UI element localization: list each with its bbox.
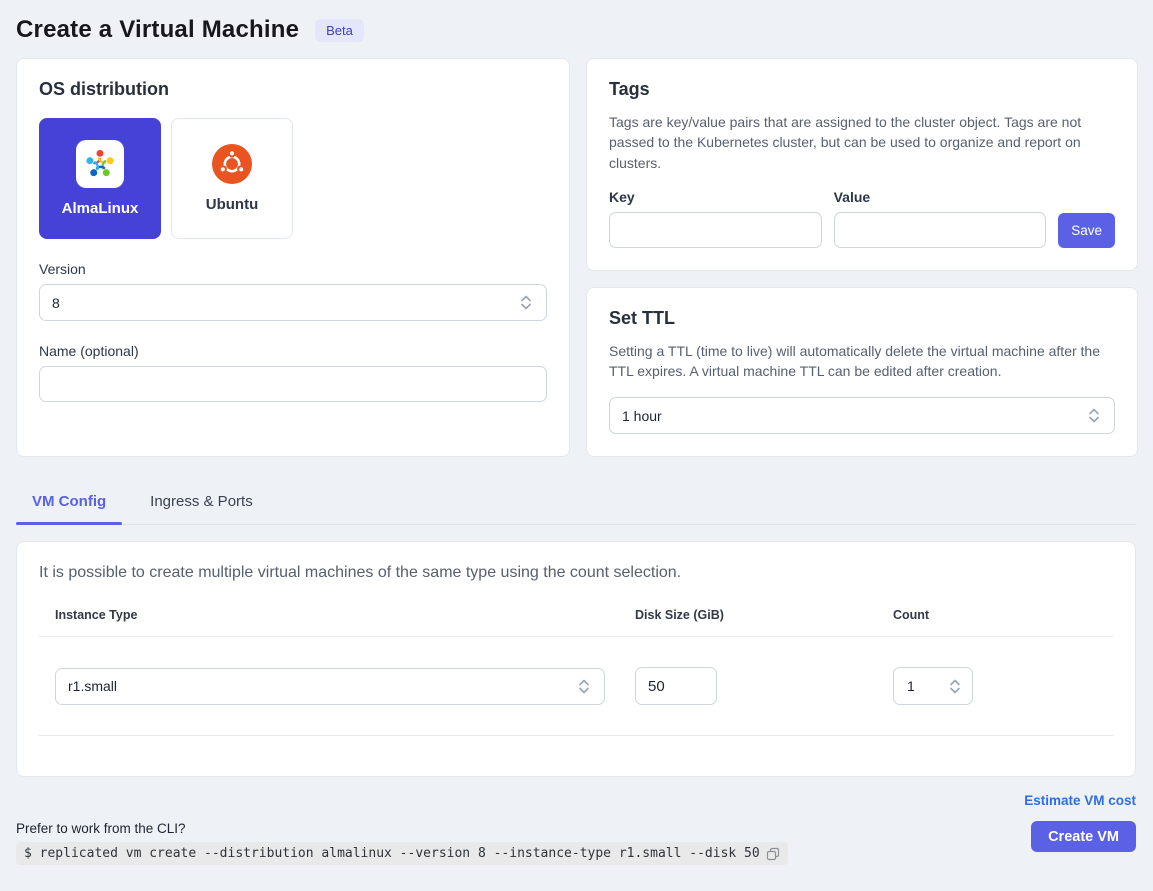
- tags-card-title: Tags: [609, 79, 1115, 100]
- set-ttl-card: Set TTL Setting a TTL (time to live) wil…: [586, 287, 1138, 458]
- tag-key-field: Key: [609, 189, 822, 248]
- tag-key-input[interactable]: [609, 212, 822, 248]
- vm-config-description: It is possible to create multiple virtua…: [39, 564, 1113, 582]
- ubuntu-logo-icon: [212, 144, 252, 184]
- tab-ingress-ports[interactable]: Ingress & Ports: [150, 483, 253, 524]
- chevron-up-down-icon: [1086, 407, 1102, 424]
- table-row: r1.small 1: [39, 636, 1113, 736]
- ttl-select-value: 1 hour: [622, 408, 662, 424]
- version-label: Version: [39, 261, 547, 277]
- save-tag-button[interactable]: Save: [1058, 213, 1115, 248]
- instance-type-select[interactable]: r1.small: [55, 668, 605, 705]
- os-tile-ubuntu[interactable]: Ubuntu: [171, 118, 293, 239]
- tab-vm-config[interactable]: VM Config: [32, 483, 106, 524]
- os-tile-almalinux[interactable]: AlmaLinux: [39, 118, 161, 239]
- page-title: Create a Virtual Machine: [16, 16, 299, 44]
- vm-name-input[interactable]: [39, 366, 547, 402]
- footer-actions: Estimate VM cost Create VM: [1024, 793, 1136, 874]
- tag-value-field: Value: [834, 189, 1047, 248]
- chevron-up-down-icon: [518, 294, 534, 311]
- column-header-instance-type: Instance Type: [55, 608, 635, 622]
- tags-form: Key Value Save: [609, 189, 1115, 248]
- os-tile-almalinux-label: AlmaLinux: [62, 200, 139, 217]
- disk-size-cell: [635, 667, 893, 705]
- count-stepper[interactable]: 1: [893, 667, 973, 705]
- chevron-up-down-icon: [576, 678, 592, 695]
- tags-card-description: Tags are key/value pairs that are assign…: [609, 112, 1115, 173]
- instance-type-value: r1.small: [68, 678, 117, 694]
- count-cell: 1: [893, 667, 1113, 705]
- ttl-card-title: Set TTL: [609, 308, 1115, 329]
- disk-size-input[interactable]: [635, 667, 717, 705]
- os-tiles: AlmaLinux: [39, 118, 547, 239]
- vm-config-card: It is possible to create multiple virtua…: [16, 541, 1136, 777]
- tags-card: Tags Tags are key/value pairs that are a…: [586, 58, 1138, 271]
- table-header-row: Instance Type Disk Size (GiB) Count: [39, 608, 1113, 636]
- vm-name-label: Name (optional): [39, 343, 547, 359]
- almalinux-logo-icon: [76, 140, 124, 188]
- tag-value-input[interactable]: [834, 212, 1047, 248]
- os-card-title: OS distribution: [39, 79, 547, 100]
- cli-command-text: $ replicated vm create --distribution al…: [24, 846, 760, 861]
- version-select[interactable]: 8: [39, 284, 547, 321]
- tag-key-label: Key: [609, 189, 822, 205]
- config-tabs: VM Config Ingress & Ports: [16, 483, 1136, 525]
- count-value: 1: [907, 678, 915, 694]
- top-cards-row: OS distribution: [16, 58, 1136, 457]
- beta-badge: Beta: [315, 19, 364, 42]
- copy-icon[interactable]: [766, 847, 780, 861]
- os-distribution-card: OS distribution: [16, 58, 570, 457]
- stepper-up-down-icon[interactable]: [947, 678, 963, 695]
- column-header-disk-size: Disk Size (GiB): [635, 608, 893, 622]
- create-vm-page: Create a Virtual Machine Beta OS distrib…: [0, 0, 1153, 874]
- vm-config-table: Instance Type Disk Size (GiB) Count r1.s…: [39, 608, 1113, 736]
- instance-type-cell: r1.small: [55, 668, 635, 705]
- version-select-value: 8: [52, 295, 60, 311]
- ttl-select[interactable]: 1 hour: [609, 397, 1115, 434]
- right-column: Tags Tags are key/value pairs that are a…: [586, 58, 1138, 457]
- estimate-vm-cost-link[interactable]: Estimate VM cost: [1024, 793, 1136, 808]
- create-vm-button[interactable]: Create VM: [1031, 821, 1136, 852]
- os-tile-ubuntu-label: Ubuntu: [206, 196, 258, 213]
- footer: Prefer to work from the CLI? $ replicate…: [16, 793, 1136, 874]
- ttl-card-description: Setting a TTL (time to live) will automa…: [609, 341, 1115, 382]
- cli-block: Prefer to work from the CLI? $ replicate…: [16, 821, 788, 874]
- page-header: Create a Virtual Machine Beta: [16, 12, 1136, 58]
- tag-value-label: Value: [834, 189, 1047, 205]
- cli-prompt-text: Prefer to work from the CLI?: [16, 821, 788, 836]
- column-header-count: Count: [893, 608, 1113, 622]
- cli-command-block: $ replicated vm create --distribution al…: [16, 842, 788, 865]
